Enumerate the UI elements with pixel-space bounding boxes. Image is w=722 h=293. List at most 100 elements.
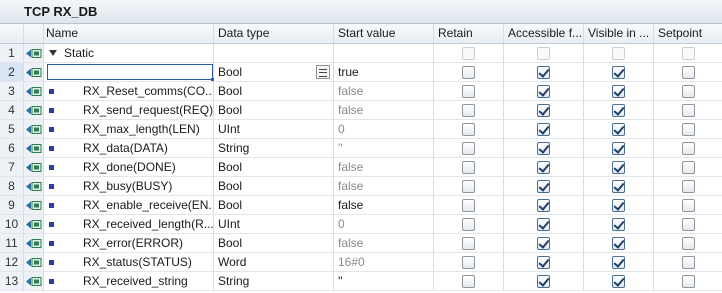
retain-checkbox[interactable] [462,47,475,60]
column-header-start-value[interactable]: Start value [334,24,434,43]
setpoint-checkbox[interactable] [682,237,695,250]
start-value-cell[interactable]: false [334,101,434,119]
visible-checkbox[interactable] [612,104,625,117]
collapse-arrow-icon[interactable] [49,50,57,56]
setpoint-checkbox[interactable] [682,66,695,79]
table-row[interactable]: 4 RX_send_request(REQ) Bool false [0,101,722,120]
accessible-checkbox[interactable] [537,123,550,136]
data-type-cell[interactable]: Bool [214,101,334,119]
table-row[interactable]: 8 RX_busy(BUSY) Bool false [0,177,722,196]
table-row[interactable]: 10 RX_received_length(R... UInt 0 [0,215,722,234]
start-value-cell[interactable]: 0 [334,215,434,233]
table-row[interactable]: 6 RX_data(DATA) String '' [0,139,722,158]
data-type-cell[interactable]: Word [214,253,334,271]
column-header-name[interactable]: Name [44,24,214,43]
accessible-checkbox[interactable] [537,47,550,60]
start-value-cell[interactable]: true [334,63,434,81]
table-row[interactable]: 5 RX_max_length(LEN) UInt 0 [0,120,722,139]
visible-checkbox[interactable] [612,47,625,60]
data-type-cell[interactable]: Bool [214,82,334,100]
setpoint-checkbox[interactable] [682,161,695,174]
table-row[interactable]: 13 RX_received_string String '' [0,272,722,291]
accessible-checkbox[interactable] [537,104,550,117]
accessible-checkbox[interactable] [537,237,550,250]
visible-checkbox[interactable] [612,161,625,174]
name-cell[interactable]: RX_enable_receive(EN... [44,196,214,214]
accessible-checkbox[interactable] [537,161,550,174]
setpoint-checkbox[interactable] [682,123,695,136]
name-cell[interactable]: RX_received_string [44,272,214,290]
visible-checkbox[interactable] [612,85,625,98]
name-cell[interactable]: RX_Reset_comms(CO... [44,82,214,100]
column-header-retain[interactable]: Retain [434,24,504,43]
data-type-cell[interactable]: String [214,139,334,157]
setpoint-checkbox[interactable] [682,47,695,60]
retain-checkbox[interactable] [462,256,475,269]
table-row[interactable]: 12 RX_status(STATUS) Word 16#0 [0,253,722,272]
visible-checkbox[interactable] [612,237,625,250]
accessible-checkbox[interactable] [537,256,550,269]
start-value-cell[interactable]: 16#0 [334,253,434,271]
retain-checkbox[interactable] [462,275,475,288]
selected-name-editor[interactable] [47,64,213,80]
start-value-cell[interactable]: false [334,234,434,252]
retain-checkbox[interactable] [462,237,475,250]
setpoint-checkbox[interactable] [682,104,695,117]
name-cell[interactable]: RX_received_length(R... [44,215,214,233]
column-header-visible[interactable]: Visible in ... [584,24,654,43]
column-header-data-type[interactable]: Data type [214,24,334,43]
name-cell[interactable]: RX_data(DATA) [44,139,214,157]
retain-checkbox[interactable] [462,161,475,174]
column-header-setpoint[interactable]: Setpoint [654,24,722,43]
start-value-cell[interactable]: false [334,82,434,100]
setpoint-checkbox[interactable] [682,85,695,98]
table-row[interactable]: 9 RX_enable_receive(EN... Bool false [0,196,722,215]
name-cell[interactable]: RX_max_length(LEN) [44,120,214,138]
start-value-cell[interactable]: false [334,177,434,195]
visible-checkbox[interactable] [612,123,625,136]
data-type-cell[interactable]: String [214,272,334,290]
data-type-cell[interactable]: UInt [214,215,334,233]
data-type-cell[interactable]: Bool [214,196,334,214]
column-header-accessible[interactable]: Accessible f... [504,24,584,43]
table-row[interactable]: 2RX_Connect(CONT)Booltrue [0,63,722,82]
name-cell[interactable]: RX_send_request(REQ) [44,101,214,119]
visible-checkbox[interactable] [612,142,625,155]
visible-checkbox[interactable] [612,66,625,79]
setpoint-checkbox[interactable] [682,275,695,288]
start-value-cell[interactable]: '' [334,139,434,157]
accessible-checkbox[interactable] [537,275,550,288]
data-type-cell[interactable]: Bool [214,234,334,252]
start-value-cell[interactable]: 0 [334,120,434,138]
retain-checkbox[interactable] [462,142,475,155]
retain-checkbox[interactable] [462,199,475,212]
retain-checkbox[interactable] [462,66,475,79]
name-cell[interactable]: RX_status(STATUS) [44,253,214,271]
name-cell[interactable]: Static [44,44,214,62]
name-cell[interactable]: RX_error(ERROR) [44,234,214,252]
accessible-checkbox[interactable] [537,142,550,155]
start-value-cell[interactable]: false [334,158,434,176]
table-row[interactable]: 3 RX_Reset_comms(CO... Bool false [0,82,722,101]
data-type-cell[interactable]: Bool [214,158,334,176]
accessible-checkbox[interactable] [537,180,550,193]
retain-checkbox[interactable] [462,218,475,231]
accessible-checkbox[interactable] [537,85,550,98]
visible-checkbox[interactable] [612,180,625,193]
list-button-icon[interactable] [316,65,330,79]
name-cell[interactable]: RX_done(DONE) [44,158,214,176]
retain-checkbox[interactable] [462,123,475,136]
setpoint-checkbox[interactable] [682,142,695,155]
name-cell[interactable]: RX_busy(BUSY) [44,177,214,195]
table-row[interactable]: 11 RX_error(ERROR) Bool false [0,234,722,253]
data-type-cell[interactable] [214,44,334,62]
start-value-cell[interactable]: '' [334,272,434,290]
setpoint-checkbox[interactable] [682,256,695,269]
visible-checkbox[interactable] [612,256,625,269]
table-row[interactable]: 1 Static [0,44,722,63]
visible-checkbox[interactable] [612,199,625,212]
setpoint-checkbox[interactable] [682,199,695,212]
data-type-cell[interactable]: UInt [214,120,334,138]
visible-checkbox[interactable] [612,275,625,288]
retain-checkbox[interactable] [462,104,475,117]
